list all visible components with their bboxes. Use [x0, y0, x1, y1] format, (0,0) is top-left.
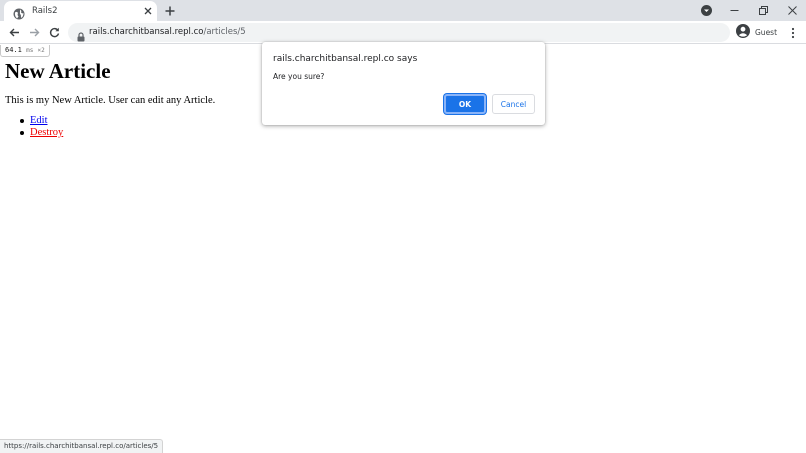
minimize-icon[interactable] [720, 0, 748, 20]
guest-avatar-icon [736, 23, 750, 42]
tab-rails2[interactable]: Rails2 [4, 1, 157, 21]
cancel-button[interactable]: Cancel [492, 94, 535, 114]
edit-link[interactable]: Edit [30, 115, 48, 126]
close-window-icon[interactable] [778, 0, 806, 20]
plus-icon[interactable] [162, 3, 178, 19]
perf-badge[interactable]: 64.1 ms ×2 [0, 45, 50, 57]
tab-title: Rails2 [32, 6, 58, 16]
download-icon[interactable] [692, 0, 720, 20]
dialog-title: rails.charchitbansal.repl.co says [273, 54, 418, 64]
url-host: rails.charchitbansal.repl.co [89, 27, 204, 37]
forward-arrow-icon[interactable] [26, 24, 42, 40]
page-title: New Article [5, 59, 111, 83]
reload-icon[interactable] [46, 24, 62, 40]
close-tab-icon[interactable] [141, 4, 155, 18]
article-body: This is my New Article. User can edit an… [5, 95, 216, 106]
perf-extra: ×2 [37, 47, 45, 54]
back-arrow-icon[interactable] [6, 24, 22, 40]
url-path: /articles/5 [203, 27, 246, 37]
ok-button[interactable]: OK [444, 94, 486, 114]
browser-toolbar: rails.charchitbansal.repl.co/articles/5 … [0, 21, 806, 44]
perf-unit: ms [26, 47, 34, 54]
dialog-message: Are you sure? [273, 72, 325, 81]
list-item: Destroy [20, 127, 63, 139]
restore-icon[interactable] [749, 0, 777, 20]
profile-button[interactable]: Guest [736, 24, 777, 41]
lock-icon[interactable] [77, 27, 87, 42]
profile-label: Guest [755, 28, 778, 37]
perf-value: 64.1 [5, 46, 22, 54]
address-bar[interactable]: rails.charchitbansal.repl.co/articles/5 [68, 23, 730, 42]
destroy-link[interactable]: Destroy [30, 127, 63, 138]
tab-strip: Rails2 [0, 0, 806, 21]
status-bar-url: https://rails.charchitbansal.repl.co/art… [0, 439, 164, 453]
list-item: Edit [20, 115, 63, 127]
globe-icon [13, 5, 25, 20]
confirm-dialog: rails.charchitbansal.repl.co says Are yo… [262, 42, 545, 125]
url-text[interactable]: rails.charchitbansal.repl.co/articles/5 [89, 26, 246, 39]
kebab-menu-icon[interactable] [787, 25, 799, 41]
article-actions: Edit Destroy [20, 115, 63, 139]
